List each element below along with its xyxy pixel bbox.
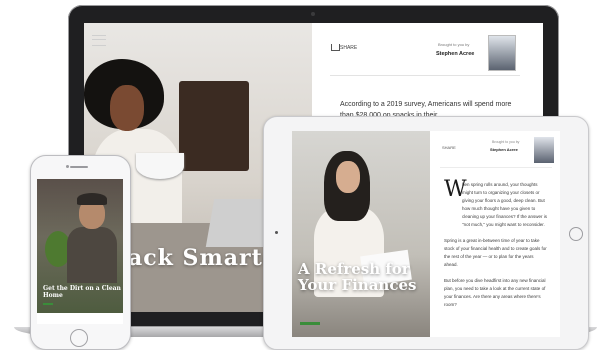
share-button[interactable]: SHARE (442, 145, 456, 150)
accent-bar (300, 322, 320, 325)
phone-screen: Get the Dirt on a Clean Home (37, 179, 123, 324)
laptop-camera (311, 12, 315, 16)
paragraph-3: But before you dive headfirst into any n… (444, 278, 546, 307)
share-button[interactable]: SHARE (340, 45, 357, 51)
author-name: Stephen Acree (436, 51, 475, 57)
tablet-camera (275, 231, 278, 234)
author-name: Stephen Acree (490, 147, 518, 152)
hero-image: Get the Dirt on a Clean Home (37, 179, 123, 324)
wall-art (179, 81, 249, 171)
sponsor-label: Brought to you by (438, 42, 470, 47)
article-panel: SHARE Brought to you by Stephen Acree W … (430, 131, 560, 337)
share-icon[interactable] (331, 44, 340, 51)
bowl (136, 153, 184, 179)
man-hat (77, 193, 107, 205)
man-figure (67, 227, 117, 283)
paragraph-1: hen spring rolls around, your thoughts m… (462, 182, 548, 227)
phone-speaker (70, 166, 88, 168)
bottom-nav (37, 313, 123, 324)
tablet-screen: A Refresh for Your Finances SHARE Brough… (292, 131, 560, 337)
divider (330, 75, 520, 76)
hero-title: A Refresh for Your Finances (298, 260, 417, 294)
sponsor-label: Brought to you by (492, 140, 520, 144)
woman-face (336, 161, 360, 193)
woman-face (110, 85, 144, 131)
phone-home-button[interactable] (70, 329, 88, 347)
menu-icon[interactable] (92, 35, 106, 46)
paragraph-2: Spring is a great in-between time of yea… (444, 238, 547, 267)
hero-title: Get the Dirt on a Clean Home (43, 285, 121, 299)
divider (440, 167, 552, 168)
avatar (488, 35, 516, 71)
accent-bar (43, 303, 53, 305)
hero-image: A Refresh for Your Finances (292, 131, 430, 337)
avatar (534, 137, 554, 163)
phone-camera (66, 165, 69, 168)
article-text: hen spring rolls around, your thoughts m… (444, 181, 548, 309)
tablet-home-button[interactable] (569, 227, 583, 241)
